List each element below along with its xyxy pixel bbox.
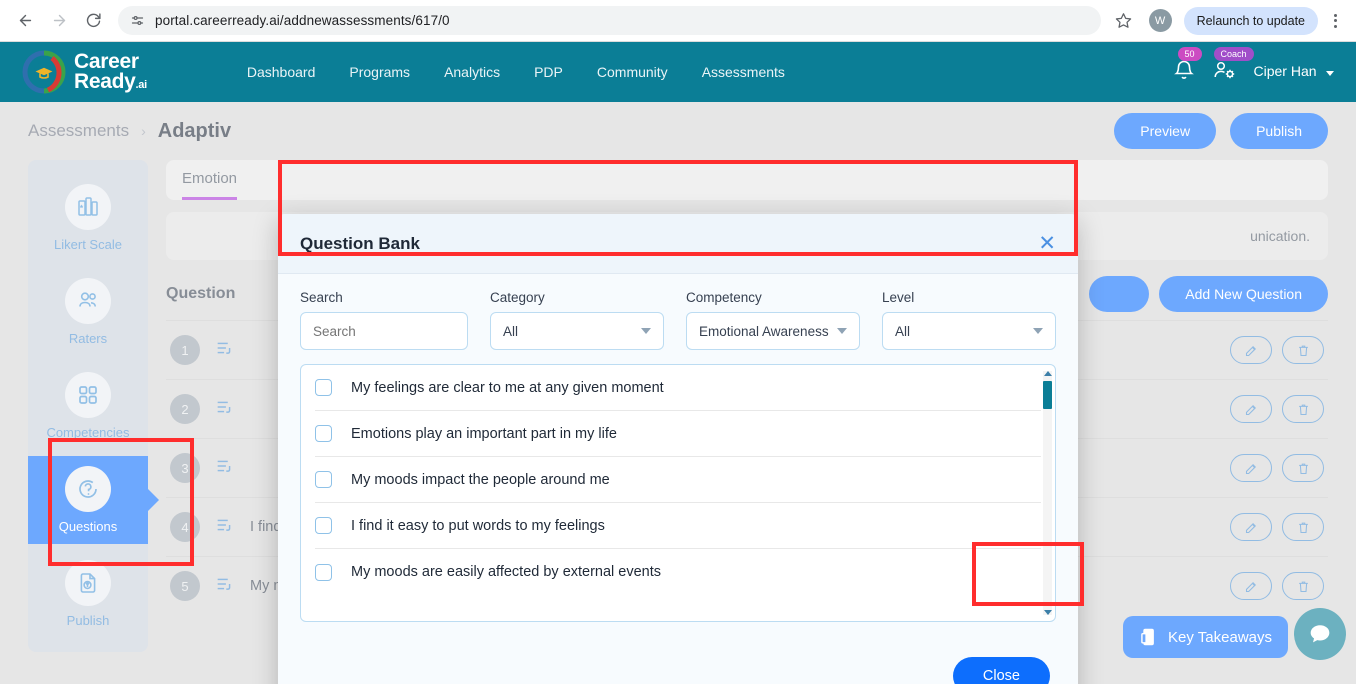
scrollbar-thumb[interactable] [1043, 381, 1052, 409]
nav-item-pdp[interactable]: PDP [534, 64, 563, 80]
category-field-group: Category All [490, 290, 664, 350]
browser-toolbar: portal.careerready.ai/addnewassessments/… [0, 0, 1356, 42]
coach-role-button[interactable]: Coach [1212, 58, 1238, 87]
list-item[interactable]: Emotions play an important part in my li… [315, 411, 1041, 457]
star-icon[interactable] [1111, 8, 1137, 34]
kebab-menu-icon[interactable] [1324, 14, 1346, 28]
back-arrow-icon[interactable] [10, 6, 40, 36]
question-checkbox[interactable] [315, 379, 332, 396]
chevron-down-icon [1033, 328, 1043, 334]
close-button[interactable]: Close [953, 657, 1050, 684]
nav-item-community[interactable]: Community [597, 64, 668, 80]
reload-icon[interactable] [78, 6, 108, 36]
level-label: Level [882, 290, 1056, 305]
bell-icon [1172, 58, 1196, 82]
question-checkbox[interactable] [315, 517, 332, 534]
browser-profile-avatar[interactable]: W [1149, 9, 1172, 32]
chevron-down-icon [641, 328, 651, 334]
level-field-group: Level All [882, 290, 1056, 350]
search-label: Search [300, 290, 468, 305]
level-value: All [895, 324, 910, 339]
nav-item-programs[interactable]: Programs [349, 64, 410, 80]
address-bar[interactable]: portal.careerready.ai/addnewassessments/… [118, 6, 1101, 35]
nav-item-analytics[interactable]: Analytics [444, 64, 500, 80]
site-settings-icon[interactable] [130, 13, 145, 28]
category-value: All [503, 324, 518, 339]
search-field-group: Search [300, 290, 468, 350]
list-scrollbar[interactable] [1043, 371, 1052, 615]
filters-row: Search Category All Competency Emotional… [300, 290, 1056, 350]
question-text: My feelings are clear to me at any given… [351, 380, 664, 396]
careerready-logo-icon [22, 50, 66, 94]
brand-name: Career Ready.ai [74, 52, 147, 92]
scroll-down-arrow-icon[interactable] [1044, 610, 1052, 615]
coach-role-badge: Coach [1214, 47, 1254, 61]
competency-select[interactable]: Emotional Awareness [686, 312, 860, 350]
user-menu[interactable]: Ciper Han [1254, 63, 1334, 81]
question-text: I find it easy to put words to my feelin… [351, 518, 605, 534]
competency-label: Competency [686, 290, 860, 305]
level-select[interactable]: All [882, 312, 1056, 350]
question-text: My moods are easily affected by external… [351, 564, 661, 580]
notifications-button[interactable]: 50 [1172, 58, 1196, 87]
nav-item-dashboard[interactable]: Dashboard [247, 64, 316, 80]
chevron-down-icon [837, 328, 847, 334]
page-body: Assessments › Adaptiv Preview Publish Li… [0, 102, 1356, 684]
close-icon[interactable]: ✕ [1038, 233, 1056, 254]
competency-field-group: Competency Emotional Awareness [686, 290, 860, 350]
modal-header: Question Bank ✕ [278, 214, 1078, 274]
question-checkbox[interactable] [315, 471, 332, 488]
brand-line-2: Ready [74, 70, 136, 93]
competency-value: Emotional Awareness [699, 324, 829, 339]
question-text: My moods impact the people around me [351, 472, 610, 488]
list-item[interactable]: My feelings are clear to me at any given… [315, 365, 1041, 411]
category-select[interactable]: All [490, 312, 664, 350]
question-text: Emotions play an important part in my li… [351, 426, 617, 442]
app-header: Career Ready.ai Dashboard Programs Analy… [0, 42, 1356, 102]
question-bank-list[interactable]: My feelings are clear to me at any given… [301, 365, 1055, 621]
modal-footer: Close [278, 633, 1078, 684]
scroll-up-arrow-icon[interactable] [1044, 371, 1052, 376]
modal-body: Search Category All Competency Emotional… [278, 274, 1078, 633]
notification-count-badge: 50 [1178, 47, 1202, 61]
nav-item-assessments[interactable]: Assessments [702, 64, 785, 80]
question-bank-modal: Question Bank ✕ Search Category All Comp… [278, 214, 1078, 684]
brand-suffix: .ai [136, 79, 147, 91]
chevron-down-icon [1326, 71, 1334, 76]
user-gear-icon [1212, 58, 1238, 82]
forward-arrow-icon[interactable] [44, 6, 74, 36]
brand-logo[interactable]: Career Ready.ai [22, 50, 147, 94]
question-checkbox[interactable] [315, 564, 332, 581]
list-item[interactable]: I find it easy to put words to my feelin… [315, 503, 1041, 549]
relaunch-to-update-button[interactable]: Relaunch to update [1184, 7, 1318, 35]
list-item[interactable]: My moods impact the people around me [315, 457, 1041, 503]
modal-title: Question Bank [300, 234, 420, 254]
brand-line-1: Career [74, 52, 147, 72]
question-bank-list-panel: My feelings are clear to me at any given… [300, 364, 1056, 622]
question-checkbox[interactable] [315, 425, 332, 442]
main-navigation: Dashboard Programs Analytics PDP Communi… [247, 64, 785, 80]
header-right-cluster: 50 Coach Ciper Han [1172, 58, 1334, 87]
list-item[interactable]: My moods are easily affected by external… [315, 549, 1041, 595]
user-name-label: Ciper Han [1254, 63, 1317, 79]
category-label: Category [490, 290, 664, 305]
search-input[interactable] [300, 312, 468, 350]
url-text: portal.careerready.ai/addnewassessments/… [155, 13, 450, 28]
